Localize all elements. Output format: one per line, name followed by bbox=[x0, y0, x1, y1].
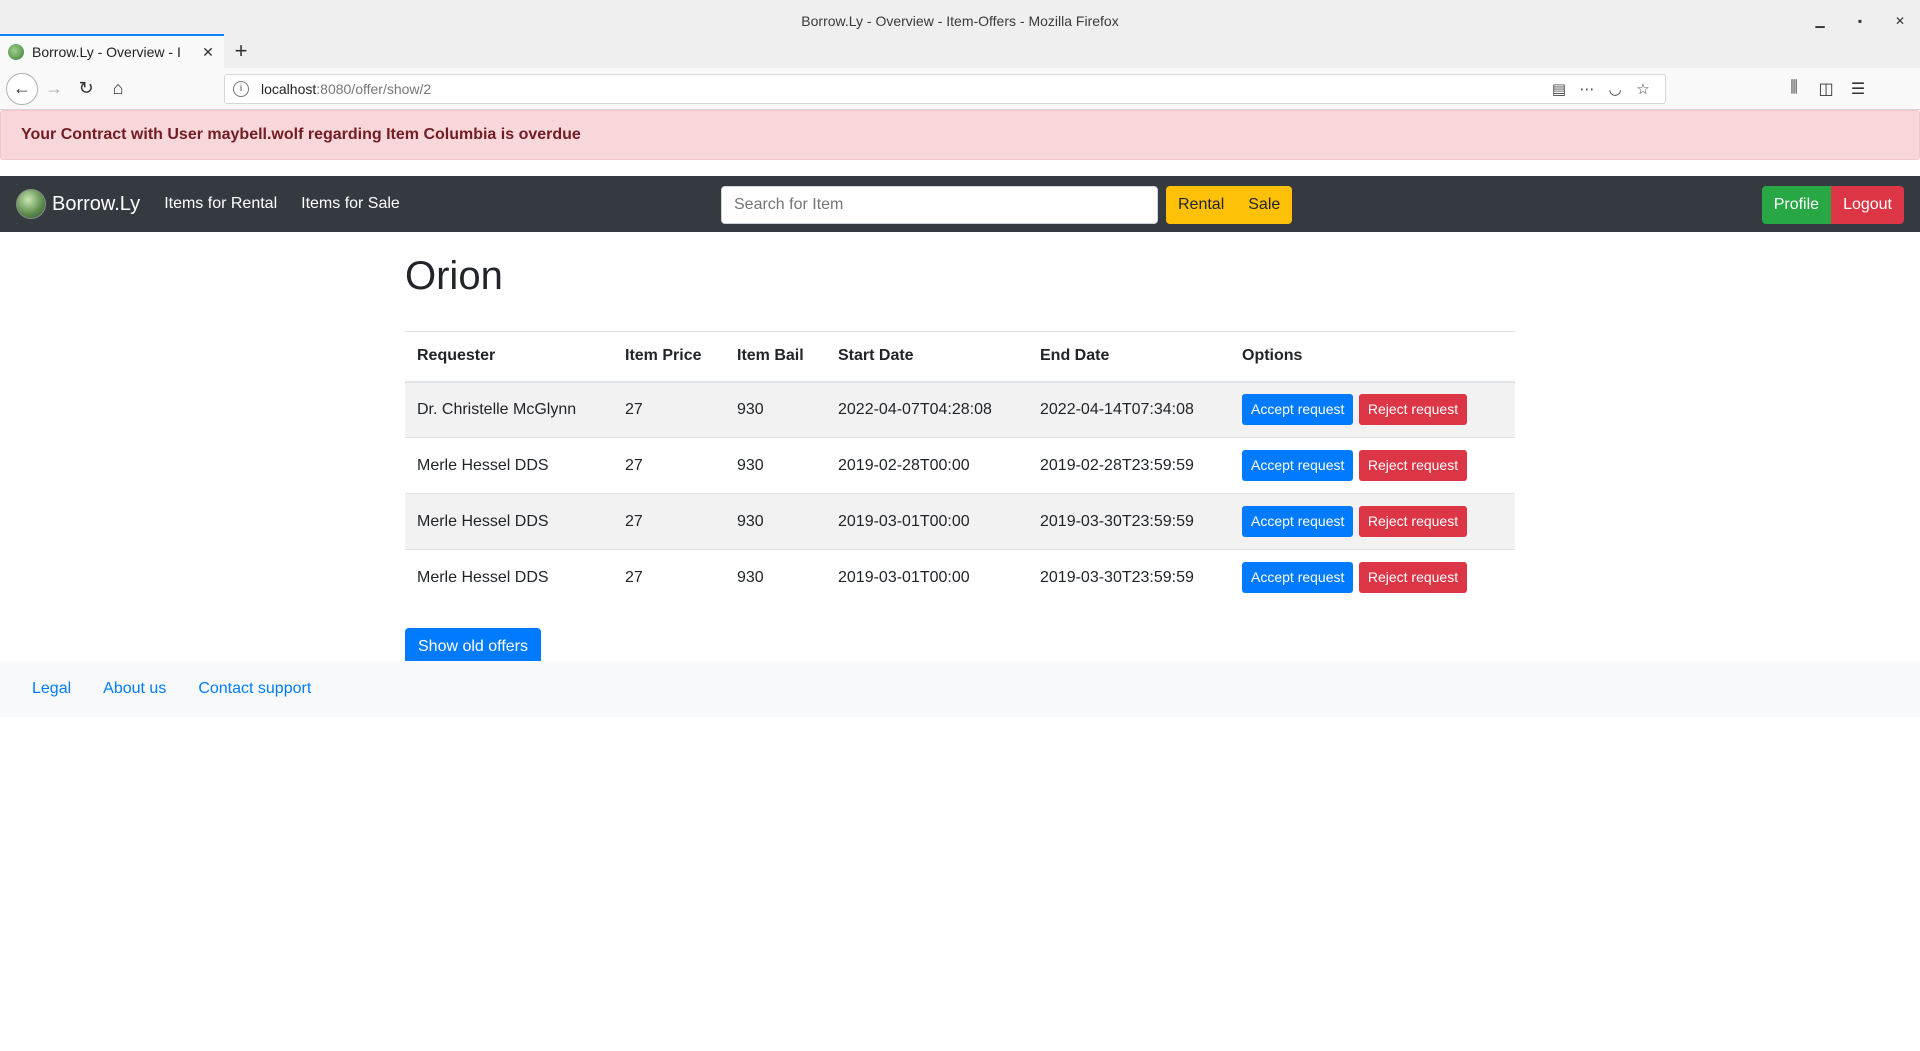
home-icon[interactable]: ⌂ bbox=[102, 73, 134, 105]
tab-title: Borrow.Ly - Overview - I bbox=[32, 44, 181, 60]
browser-toolbar: ← → ↻ ⌂ i localhost:8080/offer/show/2 ▤ … bbox=[0, 68, 1920, 110]
pocket-icon[interactable]: ◡ bbox=[1601, 80, 1629, 98]
table-header-row: Requester Item Price Item Bail Start Dat… bbox=[405, 331, 1515, 383]
column-header-item-price: Item Price bbox=[613, 331, 725, 383]
menu-icon[interactable]: ☰ bbox=[1842, 79, 1874, 99]
cell-bail: 930 bbox=[725, 549, 826, 606]
cell-options: Accept request Reject request bbox=[1230, 381, 1515, 438]
footer-link-about-us[interactable]: About us bbox=[87, 680, 182, 698]
cell-options: Accept request Reject request bbox=[1230, 493, 1515, 550]
cell-options: Accept request Reject request bbox=[1230, 549, 1515, 606]
cell-bail: 930 bbox=[725, 381, 826, 438]
cell-bail: 930 bbox=[725, 437, 826, 494]
cell-options: Accept request Reject request bbox=[1230, 437, 1515, 494]
column-header-start-date: Start Date bbox=[826, 331, 1028, 383]
browser-tab[interactable]: Borrow.Ly - Overview - I ✕ bbox=[0, 34, 224, 68]
search-type-group: Rental Sale bbox=[1166, 186, 1293, 224]
browser-right-tools: ⫼ ◫ ☰ bbox=[1778, 79, 1874, 99]
cell-end-date: 2019-03-30T23:59:59 bbox=[1028, 493, 1230, 550]
cell-price: 27 bbox=[613, 381, 725, 438]
cell-start-date: 2019-02-28T00:00 bbox=[826, 437, 1028, 494]
alert-message: Your Contract with User maybell.wolf reg… bbox=[21, 126, 581, 143]
cell-end-date: 2022-04-14T07:34:08 bbox=[1028, 381, 1230, 438]
cell-requester: Merle Hessel DDS bbox=[405, 549, 613, 606]
reject-request-button[interactable]: Reject request bbox=[1358, 562, 1468, 594]
table-row: Merle Hessel DDS 27 930 2019-03-01T00:00… bbox=[405, 493, 1515, 550]
rental-search-button[interactable]: Rental bbox=[1166, 186, 1237, 224]
nav-items-for-rental[interactable]: Items for Rental bbox=[164, 195, 277, 213]
sale-search-button[interactable]: Sale bbox=[1236, 186, 1293, 224]
overdue-alert: Your Contract with User maybell.wolf reg… bbox=[0, 110, 1920, 160]
column-header-item-bail: Item Bail bbox=[725, 331, 826, 383]
cell-start-date: 2019-03-01T00:00 bbox=[826, 493, 1028, 550]
profile-button[interactable]: Profile bbox=[1761, 186, 1832, 224]
page-actions-icon[interactable]: ⋯ bbox=[1573, 80, 1601, 98]
reject-request-button[interactable]: Reject request bbox=[1358, 450, 1468, 481]
table-row: Merle Hessel DDS 27 930 2019-03-01T00:00… bbox=[405, 549, 1515, 606]
forward-icon[interactable]: → bbox=[38, 73, 70, 105]
bookmark-star-icon[interactable]: ☆ bbox=[1629, 80, 1657, 98]
reject-request-button[interactable]: Reject request bbox=[1358, 394, 1468, 426]
accept-request-button[interactable]: Accept request bbox=[1242, 562, 1354, 594]
accept-request-button[interactable]: Accept request bbox=[1242, 394, 1354, 426]
cell-bail: 930 bbox=[725, 493, 826, 550]
url-host: localhost bbox=[261, 80, 317, 97]
sidebar-icon[interactable]: ◫ bbox=[1810, 79, 1842, 99]
cell-price: 27 bbox=[613, 493, 725, 550]
brand-name: Borrow.Ly bbox=[52, 192, 141, 215]
brand-logo-icon bbox=[16, 189, 46, 219]
cell-start-date: 2022-04-07T04:28:08 bbox=[826, 381, 1028, 438]
column-header-options: Options bbox=[1230, 331, 1515, 383]
favicon-icon bbox=[8, 44, 24, 60]
window-title: Borrow.Ly - Overview - Item-Offers - Moz… bbox=[801, 13, 1119, 29]
search-input[interactable] bbox=[721, 186, 1158, 224]
reader-view-icon[interactable]: ▤ bbox=[1545, 80, 1573, 98]
footer-link-contact-support[interactable]: Contact support bbox=[182, 680, 327, 698]
app-navbar: Borrow.Ly Items for Rental Items for Sal… bbox=[0, 176, 1920, 232]
url-path: :8080/offer/show/2 bbox=[316, 80, 432, 97]
back-icon[interactable]: ← bbox=[6, 72, 38, 105]
accept-request-button[interactable]: Accept request bbox=[1242, 450, 1354, 481]
cell-requester: Merle Hessel DDS bbox=[405, 437, 613, 494]
cell-requester: Dr. Christelle McGlynn bbox=[405, 381, 613, 438]
logout-button[interactable]: Logout bbox=[1831, 186, 1904, 224]
main-content: Orion Requester Item Price Item Bail Sta… bbox=[405, 238, 1515, 666]
url-bar[interactable]: i localhost:8080/offer/show/2 ▤ ⋯ ◡ ☆ bbox=[224, 73, 1666, 104]
cell-start-date: 2019-03-01T00:00 bbox=[826, 549, 1028, 606]
footer-link-legal[interactable]: Legal bbox=[16, 680, 87, 698]
site-info-icon[interactable]: i bbox=[233, 80, 249, 97]
accept-request-button[interactable]: Accept request bbox=[1242, 506, 1354, 537]
page-footer: Legal About us Contact support bbox=[0, 661, 1920, 717]
column-header-end-date: End Date bbox=[1028, 331, 1230, 383]
column-header-requester: Requester bbox=[405, 331, 613, 383]
show-old-offers-button[interactable]: Show old offers bbox=[405, 627, 541, 666]
library-icon[interactable]: ⫼ bbox=[1778, 79, 1810, 99]
table-row: Merle Hessel DDS 27 930 2019-02-28T00:00… bbox=[405, 437, 1515, 494]
cell-price: 27 bbox=[613, 437, 725, 494]
user-buttons: Profile Logout bbox=[1761, 186, 1904, 224]
cell-price: 27 bbox=[613, 549, 725, 606]
offers-table: Requester Item Price Item Bail Start Dat… bbox=[405, 331, 1515, 606]
page-title: Orion bbox=[405, 254, 503, 298]
new-tab-icon[interactable]: + bbox=[224, 34, 258, 68]
tab-close-icon[interactable]: ✕ bbox=[200, 44, 216, 61]
search-form: Rental Sale bbox=[721, 186, 1293, 224]
brand-link[interactable]: Borrow.Ly bbox=[16, 189, 140, 219]
cell-end-date: 2019-02-28T23:59:59 bbox=[1028, 437, 1230, 494]
nav-items-for-sale[interactable]: Items for Sale bbox=[301, 195, 400, 213]
table-row: Dr. Christelle McGlynn 27 930 2022-04-07… bbox=[405, 381, 1515, 438]
cell-end-date: 2019-03-30T23:59:59 bbox=[1028, 549, 1230, 606]
tab-bar: Borrow.Ly - Overview - I ✕ + bbox=[0, 34, 1920, 68]
reject-request-button[interactable]: Reject request bbox=[1358, 506, 1468, 537]
cell-requester: Merle Hessel DDS bbox=[405, 493, 613, 550]
reload-icon[interactable]: ↻ bbox=[70, 73, 102, 105]
